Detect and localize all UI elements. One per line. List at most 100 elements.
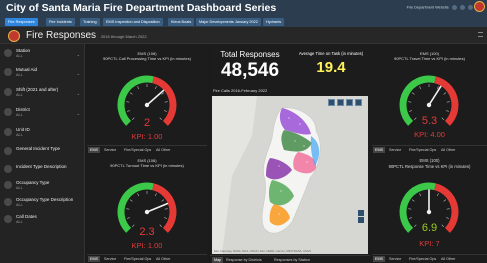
sub-tab-ems[interactable]: EMS [88,256,100,262]
panel-sub-tabs: EMS Service Fire/Special Ops All Other [372,145,487,153]
filter-district[interactable]: District ALL ⌄ [0,105,85,121]
menu-icon[interactable] [478,32,483,37]
sub-tab-all-other[interactable]: All Other [154,256,172,262]
filter-value: ALL [16,93,23,97]
mutual-aid-icon [4,68,12,76]
tab-map[interactable]: Map [212,257,224,263]
response-panel: EMS (100) 90PCTL Response Time vs KPI (i… [372,154,487,263]
total-responses-card: Total Responses 48,546 [210,45,290,85]
panel-title-line2: 90PCTL Response Time vs KPI (in minutes) [388,164,471,169]
app-title: City of Santa Maria Fire Department Dash… [6,2,277,14]
gauge-tick [446,110,450,112]
tab-major-developments[interactable]: Major Developments January 2022 [196,18,261,26]
tab-kleos-boats[interactable]: Kleos Boats [168,18,195,26]
total-responses-value: 48,546 [220,60,280,81]
zoom-in-button[interactable] [358,210,364,216]
sub-tab-service[interactable]: Service [387,147,403,153]
panel-title-line2: 90PCTL Call Processing Time vs KPI (in m… [103,56,191,61]
panel-title-line2: 90PCTL Travel Time vs KPI (in minutes) [394,56,465,61]
gauge-tick [419,193,422,197]
filter-general-incident-type[interactable]: General Incident Type [0,144,85,160]
tab-response-by-districts[interactable]: Response by Districts [224,257,264,263]
sub-tab-all-other[interactable]: All Other [154,147,172,153]
fire-dept-logo-icon [8,30,20,42]
filter-mutual-aid[interactable]: Mutual Aid ALL ⌄ [0,65,85,81]
occupancy-icon [4,181,12,189]
gauge-tick [126,110,130,112]
tab-training[interactable]: Training [80,18,100,26]
filter-occupancy-type-description[interactable]: Occupancy Type Description ALL [0,195,85,211]
metric-value: 2 [143,117,151,129]
sub-tab-all-other[interactable]: All Other [439,256,457,262]
tab-ems-inspection[interactable]: EMS Inspection and Disposition [103,18,163,26]
tab-fire-responses[interactable]: Fire Responses [5,18,38,26]
kpi-label: KPI: 1.00 [131,132,163,141]
kpi-label: KPI: 1.00 [131,241,163,250]
incident-icon [4,147,12,155]
chevron-down-icon[interactable]: ⌄ [77,111,80,116]
sub-tab-service[interactable]: Service [102,256,118,262]
panel-title-line2: 90PCTL Turnout Time vs KPI (in minutes) [110,163,184,168]
filter-call-dates[interactable]: Call Dates ALL [0,212,85,228]
sub-tab-ems[interactable]: EMS [88,147,100,153]
map-home-button[interactable] [328,99,335,106]
top-links: Fire Department Website [407,5,473,10]
filter-shift[interactable]: Shift (2021 and after) ALL ⌄ [0,85,85,101]
tab-hydrants[interactable]: Hydrants [263,18,285,26]
map-graphic [212,96,368,254]
fire-calls-map[interactable]: Esri, Intermap, NASA, NGA, USGS | Esri, … [212,96,368,254]
panel-sub-tabs: EMS Service Fire/Special Ops All Other [87,254,207,262]
map-legend-button[interactable] [346,99,353,106]
unit-icon [4,128,12,136]
gauge-tick [411,92,415,95]
sub-tab-ems[interactable]: EMS [373,147,385,153]
panel-title-line1: EMS (100) [419,158,440,163]
chevron-down-icon[interactable]: ⌄ [77,71,80,76]
filter-unit-id[interactable]: Unit ID ALL [0,125,85,141]
gauge-tick [154,193,157,197]
chevron-down-icon[interactable]: ⌄ [77,52,80,57]
city-seal-icon [474,1,485,12]
share-icon[interactable] [468,5,473,10]
metric-value: 2.3 [139,226,155,238]
sub-tab-fire-special-ops[interactable]: Fire/Special Ops [407,147,438,153]
filter-label: District [16,107,30,112]
filter-incident-type-description[interactable]: Incident Type Description [0,162,85,178]
zoom-out-button[interactable] [358,217,364,223]
dashboard-app: City of Santa Maria Fire Department Dash… [0,0,487,263]
chevron-down-icon[interactable]: ⌄ [77,91,80,96]
facebook-icon[interactable] [451,5,457,10]
tab-fire-incidents[interactable]: Fire Incidents [46,18,75,26]
filter-value: ALL [16,203,23,207]
occupancy-description-icon [4,198,12,206]
website-link[interactable]: Fire Department Website [407,6,449,10]
filter-value: ALL [16,133,23,137]
sub-tab-service[interactable]: Service [387,256,403,262]
filter-station[interactable]: Station ALL ⌄ [0,46,85,62]
sub-tab-fire-special-ops[interactable]: Fire/Special Ops [407,256,438,262]
total-responses-label: Total Responses [220,50,280,59]
filter-occupancy-type[interactable]: Occupancy Type ALL [0,178,85,194]
avg-time-label: Average Time on Task (in minutes) [298,51,364,56]
call-processing-panel: EMS (108) 90PCTL Call Processing Time vs… [87,45,207,153]
gauge-tick [446,217,450,219]
twitter-icon[interactable] [459,5,465,10]
gauge-tick [129,92,133,95]
gauge-tick [154,86,157,90]
tab-responses-by-station[interactable]: Responses by Station [272,257,312,263]
gauge-needle [146,89,165,106]
gauge-tick [408,217,412,219]
map-layers-button[interactable] [337,99,344,106]
sub-tab-service[interactable]: Service [102,147,118,153]
gauge-tick [137,86,140,90]
sub-tab-ems[interactable]: EMS [373,256,385,262]
filter-label: Station [16,48,31,53]
filter-value: ALL [16,73,23,77]
sub-tab-fire-special-ops[interactable]: Fire/Special Ops [122,147,153,153]
sub-tab-all-other[interactable]: All Other [439,147,457,153]
filter-value: ALL [16,113,23,117]
map-basemap-button[interactable] [355,99,362,106]
district-icon [4,108,12,116]
gauge-tick [436,193,439,197]
sub-tab-fire-special-ops[interactable]: Fire/Special Ops [122,256,153,262]
